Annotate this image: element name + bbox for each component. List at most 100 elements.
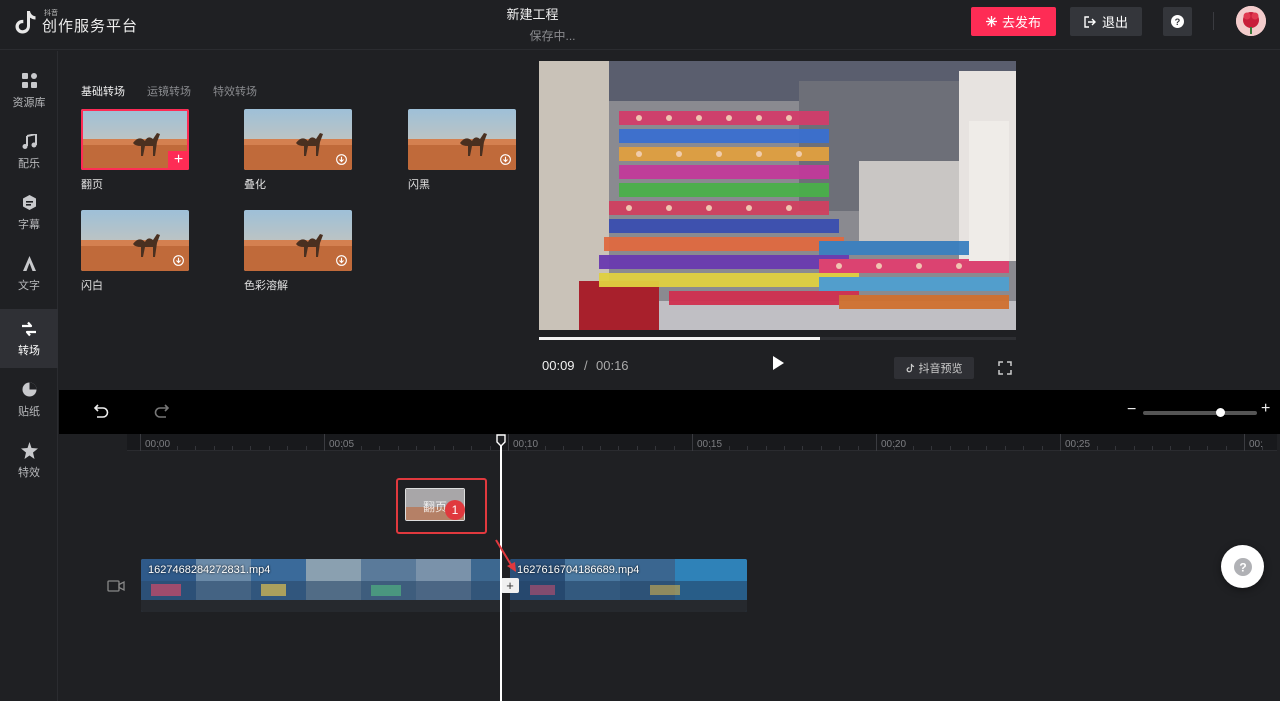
ruler-minor-tick [434, 446, 436, 450]
nav-music[interactable]: 配乐 [0, 122, 58, 181]
playhead-handle-icon[interactable] [496, 434, 506, 447]
transition-card-flash-white[interactable]: 闪白 [81, 210, 189, 293]
zoom-in-button[interactable]: + [1261, 400, 1270, 418]
ruler-minor-tick [581, 446, 583, 450]
audio-waveform [510, 600, 747, 612]
transition-card-flip[interactable]: + 翻页 [81, 109, 189, 192]
clip-name: 1627468284272831.mp4 [148, 564, 271, 576]
nav-text[interactable]: 文字 [0, 244, 58, 303]
transition-thumbnail[interactable] [244, 109, 352, 170]
ruler-minor-tick [894, 446, 896, 450]
transition-thumbnail[interactable]: + [81, 109, 189, 170]
tab-effect-transition[interactable]: 特效转场 [213, 83, 257, 99]
download-icon[interactable] [500, 154, 511, 165]
transition-label: 闪白 [81, 280, 103, 292]
nav-label: 特效 [18, 466, 40, 479]
transition-thumbnail[interactable] [408, 109, 516, 170]
ruler-minor-tick [912, 446, 914, 450]
ruler-minor-tick [360, 446, 362, 450]
nav-subtitle[interactable]: 字幕 [0, 183, 58, 242]
ruler-major-tick [140, 434, 141, 451]
nav-label: 资源库 [12, 96, 46, 109]
nav-label: 转场 [18, 344, 40, 357]
ruler-minor-tick [563, 446, 565, 450]
grid-icon [20, 72, 38, 90]
ruler-minor-tick [158, 446, 160, 450]
ruler-minor-tick [636, 446, 638, 450]
add-transition-join-button[interactable]: + [501, 578, 519, 593]
publish-label: 去发布 [1001, 15, 1041, 30]
zoom-out-button[interactable]: − [1127, 401, 1136, 419]
project-title[interactable]: 新建工程 [0, 4, 1065, 23]
ruler-minor-tick [1078, 446, 1080, 450]
tab-camera-transition[interactable]: 运镜转场 [147, 83, 191, 99]
ruler-minor-tick [1188, 446, 1190, 450]
zoom-slider-handle[interactable] [1216, 408, 1226, 417]
ruler-minor-tick [250, 446, 252, 450]
left-nav: 资源库 配乐 字幕 文字 转场 贴纸 特效 [0, 51, 58, 701]
ruler-minor-tick [232, 446, 233, 450]
transition-card-dissolve[interactable]: 叠化 [244, 109, 352, 192]
time-separator: / [584, 358, 588, 373]
ruler-minor-tick [710, 446, 712, 450]
ruler-minor-tick [176, 446, 178, 450]
redo-icon[interactable] [154, 403, 170, 419]
question-icon: ? [1233, 557, 1252, 576]
svg-text:?: ? [1239, 560, 1246, 574]
publish-button[interactable]: 去发布 [971, 7, 1056, 36]
ruler-minor-tick [618, 446, 620, 450]
ruler-minor-tick [931, 446, 933, 450]
transition-card-flash-black[interactable]: 闪黑 [408, 109, 516, 192]
avatar[interactable] [1236, 6, 1266, 36]
nav-sticker[interactable]: 贴纸 [0, 370, 58, 429]
ruler-minor-tick [1207, 446, 1209, 450]
svg-text:?: ? [1175, 17, 1181, 27]
top-divider [1213, 12, 1214, 30]
progress-bar[interactable] [539, 337, 1016, 340]
ruler-minor-tick [268, 446, 270, 450]
ruler-major-tick [876, 434, 877, 451]
ruler-minor-tick [839, 446, 841, 450]
transition-label: 叠化 [244, 179, 266, 191]
undo-icon[interactable] [93, 403, 109, 419]
video-clip[interactable]: 1627616704186689.mp4 [510, 559, 747, 612]
douyin-preview-button[interactable]: 抖音预览 [894, 357, 974, 379]
nav-resources[interactable]: 资源库 [0, 61, 58, 120]
zoom-slider[interactable] [1143, 408, 1257, 417]
download-icon[interactable] [336, 154, 347, 165]
ruler-major-tick [1060, 434, 1061, 451]
exit-button[interactable]: 退出 [1070, 7, 1142, 36]
transition-icon [20, 320, 38, 338]
help-button[interactable]: ? [1163, 7, 1192, 36]
play-icon[interactable] [770, 355, 786, 371]
tab-basic-transition[interactable]: 基础转场 [81, 83, 125, 99]
save-status: 保存中... [529, 29, 576, 43]
step-badge: 1 [445, 500, 465, 520]
ruler-minor-tick [544, 446, 546, 450]
download-icon[interactable] [336, 255, 347, 266]
sparkle-icon [985, 16, 997, 27]
time-ruler[interactable]: 00:00 00:05 00:10 00:15 00:20 00:25 00: [127, 434, 1277, 451]
ruler-minor-tick [1115, 446, 1117, 450]
fullscreen-icon[interactable] [998, 361, 1012, 375]
download-icon[interactable] [173, 255, 184, 266]
floating-help-button[interactable]: ? [1221, 545, 1264, 588]
ruler-minor-tick [1152, 446, 1153, 450]
ruler-minor-tick [728, 446, 730, 450]
exit-icon [1084, 15, 1096, 28]
transition-thumbnail[interactable] [244, 210, 352, 271]
video-frame[interactable] [539, 61, 1016, 330]
ruler-minor-tick [857, 446, 859, 450]
ruler-minor-tick [655, 446, 657, 450]
video-clip[interactable]: 1627468284272831.mp4 [141, 559, 502, 612]
add-transition-icon[interactable]: + [168, 151, 189, 170]
transition-thumbnail[interactable] [81, 210, 189, 271]
nav-transition[interactable]: 转场 [0, 309, 58, 368]
clip-name: 1627616704186689.mp4 [517, 564, 640, 576]
nav-label: 字幕 [18, 218, 40, 231]
ruler-minor-tick [452, 446, 454, 450]
nav-effects[interactable]: 特效 [0, 431, 58, 490]
top-bar: 抖音 创作服务平台 新建工程 保存中... 去发布 退出 ? [0, 0, 1280, 50]
transition-card-color-dissolve[interactable]: 色彩溶解 [244, 210, 352, 293]
ruler-minor-tick [1133, 446, 1135, 450]
